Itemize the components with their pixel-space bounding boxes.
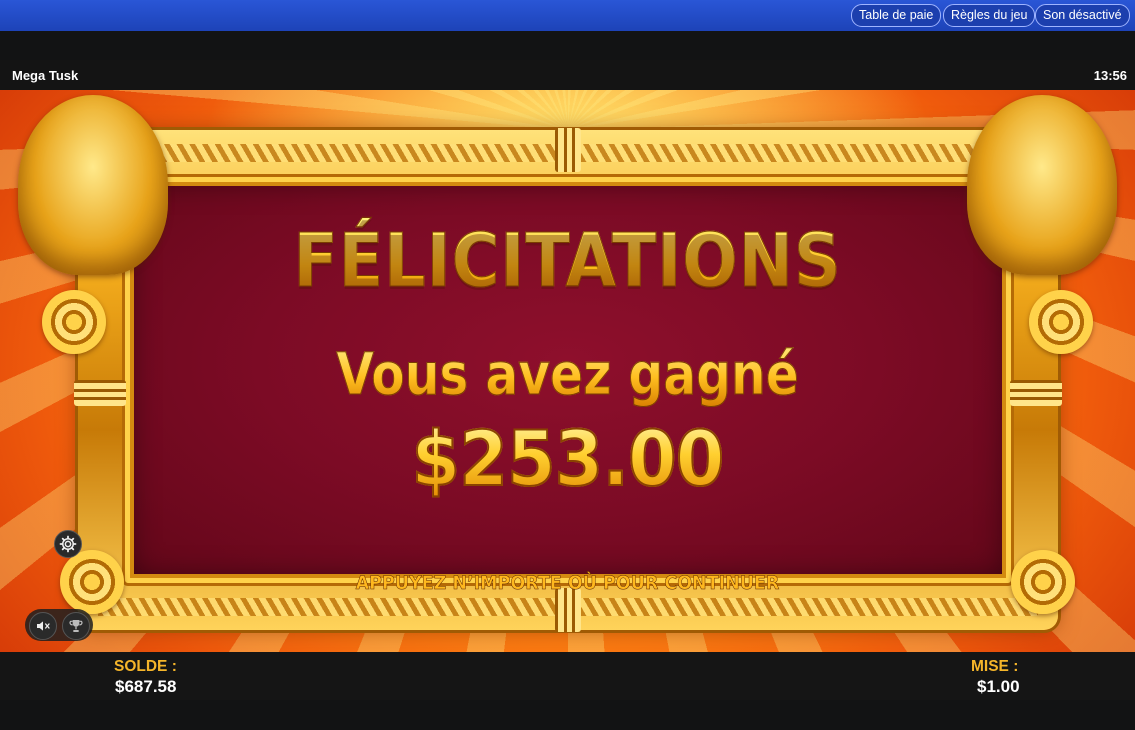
- frame-clasp-top: [555, 128, 581, 172]
- win-screen[interactable]: FÉLICITATIONS Vous avez gagné $253.00 AP…: [0, 90, 1135, 652]
- trophy-icon: [69, 620, 83, 632]
- bet-value: $1.00: [977, 677, 1020, 696]
- spacer: [0, 31, 1135, 60]
- frame-clasp-bottom: [555, 588, 581, 632]
- game-title-bar: Mega Tusk 13:56: [0, 60, 1135, 90]
- trophy-button[interactable]: [62, 612, 90, 640]
- balance-value: $687.58: [115, 677, 177, 696]
- sound-toggle-button[interactable]: Son désactivé: [1035, 4, 1130, 27]
- paytable-button[interactable]: Table de paie: [851, 4, 942, 27]
- win-amount: $253.00: [45, 413, 1089, 504]
- mute-button[interactable]: [29, 612, 57, 640]
- status-bar: SOLDE : $687.58 MISE : $1.00: [0, 652, 1135, 700]
- top-toolbar: Table de paie Règles du jeu Son désactiv…: [0, 0, 1135, 31]
- you-won-subheading: Vous avez gagné: [91, 340, 1044, 409]
- game-title: Mega Tusk: [12, 68, 79, 83]
- game-rules-button[interactable]: Règles du jeu: [943, 4, 1036, 27]
- settings-button[interactable]: [54, 530, 82, 558]
- balance-label: SOLDE :: [114, 658, 177, 675]
- speaker-muted-icon: [37, 621, 50, 631]
- bottom-spacer: [0, 700, 1135, 730]
- clock: 13:56: [1093, 68, 1127, 83]
- continue-prompt[interactable]: APPUYEZ N’IMPORTE OÙ POUR CONTINUER: [45, 572, 1089, 595]
- congratulations-heading: FÉLICITATIONS: [68, 218, 1067, 305]
- bet-label: MISE :: [971, 658, 1019, 675]
- gear-icon: [59, 535, 77, 553]
